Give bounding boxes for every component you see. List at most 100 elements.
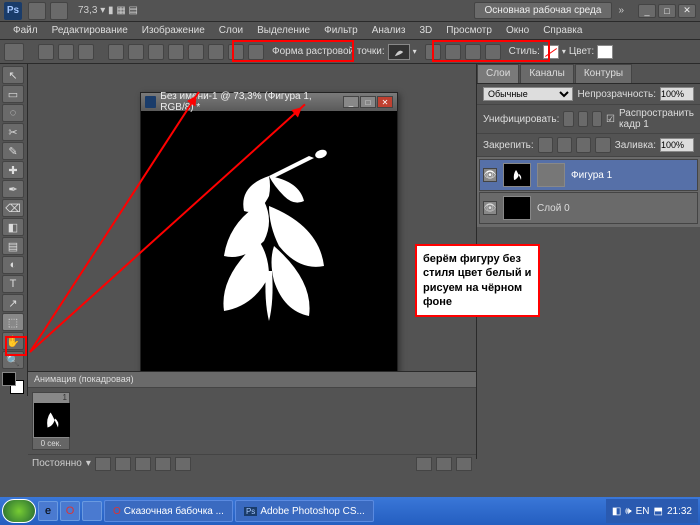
new-frame-button[interactable] bbox=[436, 457, 452, 471]
unify-vis[interactable] bbox=[578, 111, 588, 127]
menu-view[interactable]: Просмотр bbox=[439, 25, 499, 36]
language-indicator[interactable]: EN bbox=[636, 506, 650, 517]
custom-shape-icon[interactable] bbox=[248, 44, 264, 60]
delete-frame-button[interactable] bbox=[456, 457, 472, 471]
pen-icon[interactable] bbox=[108, 44, 124, 60]
color-swatch[interactable] bbox=[597, 45, 613, 59]
color-swatches[interactable] bbox=[2, 372, 24, 394]
animation-frame-1[interactable]: 1 0 сек. bbox=[32, 392, 70, 450]
menu-filter[interactable]: Фильтр bbox=[317, 25, 365, 36]
visibility-icon[interactable]: 👁 bbox=[483, 201, 497, 215]
menu-layers[interactable]: Слои bbox=[212, 25, 250, 36]
combine-exclude[interactable] bbox=[485, 44, 501, 60]
history-icon[interactable] bbox=[50, 2, 68, 20]
layer-sloy-0[interactable]: 👁 Слой 0 bbox=[479, 192, 698, 224]
style-dropdown-icon[interactable]: ▾ bbox=[562, 47, 566, 56]
gradient-tool[interactable]: ◧ bbox=[2, 218, 24, 236]
workspace-switcher[interactable]: Основная рабочая среда bbox=[474, 2, 613, 19]
tab-channels[interactable]: Каналы bbox=[520, 64, 574, 83]
lasso-tool[interactable]: ◌ bbox=[2, 104, 24, 122]
crop-tool[interactable]: ✂ bbox=[2, 123, 24, 141]
line-icon[interactable] bbox=[228, 44, 244, 60]
prev-frame-button[interactable] bbox=[115, 457, 131, 471]
start-button[interactable] bbox=[2, 499, 36, 523]
type-tool[interactable]: T bbox=[2, 275, 24, 293]
expand-icon[interactable]: » bbox=[618, 5, 624, 16]
last-frame-button[interactable] bbox=[175, 457, 191, 471]
ql-desktop-icon[interactable] bbox=[82, 501, 102, 521]
path-select-tool[interactable]: ↗ bbox=[2, 294, 24, 312]
taskbar-app-2[interactable]: PsAdobe Photoshop CS... bbox=[235, 500, 374, 522]
lock-all[interactable] bbox=[595, 137, 610, 153]
shape-preview[interactable] bbox=[388, 44, 410, 60]
menu-analysis[interactable]: Анализ bbox=[365, 25, 413, 36]
combine-intersect[interactable] bbox=[465, 44, 481, 60]
tray-icon[interactable]: ◧ bbox=[612, 506, 621, 517]
menu-select[interactable]: Выделение bbox=[250, 25, 317, 36]
menu-3d[interactable]: 3D bbox=[412, 25, 439, 36]
doc-minimize[interactable]: _ bbox=[343, 96, 359, 108]
paths-mode[interactable] bbox=[58, 44, 74, 60]
marquee-tool[interactable]: ▭ bbox=[2, 85, 24, 103]
loop-select[interactable]: Постоянно bbox=[32, 458, 82, 469]
doc-close[interactable]: ✕ bbox=[377, 96, 393, 108]
heal-tool[interactable]: ✚ bbox=[2, 161, 24, 179]
lock-pixels[interactable] bbox=[557, 137, 572, 153]
lock-pos[interactable] bbox=[576, 137, 591, 153]
dodge-tool[interactable]: ◐ bbox=[2, 256, 24, 274]
opacity-input[interactable] bbox=[660, 87, 694, 101]
rect-icon[interactable] bbox=[148, 44, 164, 60]
tray-icon[interactable]: 🕪 bbox=[625, 506, 631, 517]
propagate-label[interactable]: Распространить кадр 1 bbox=[619, 108, 694, 130]
dropdown-icon[interactable]: ▾ bbox=[413, 47, 417, 56]
rrect-icon[interactable] bbox=[168, 44, 184, 60]
fill-input[interactable] bbox=[660, 138, 694, 152]
next-frame-button[interactable] bbox=[155, 457, 171, 471]
bridge-icon[interactable] bbox=[28, 2, 46, 20]
combine-add[interactable] bbox=[425, 44, 441, 60]
menu-file[interactable]: Файл bbox=[6, 25, 45, 36]
tool-preset[interactable] bbox=[4, 43, 24, 61]
hand-tool[interactable]: ✋ bbox=[2, 332, 24, 350]
zoom-tool[interactable]: 🔍 bbox=[2, 351, 24, 369]
custom-shape-tool[interactable]: ⬚ bbox=[2, 313, 24, 331]
doc-maximize[interactable]: □ bbox=[360, 96, 376, 108]
tab-paths[interactable]: Контуры bbox=[575, 64, 632, 83]
unify-pos[interactable] bbox=[563, 111, 573, 127]
ql-ie-icon[interactable]: e bbox=[38, 501, 58, 521]
tray-icon[interactable]: ⬒ bbox=[654, 506, 663, 517]
first-frame-button[interactable] bbox=[95, 457, 111, 471]
polygon-icon[interactable] bbox=[208, 44, 224, 60]
canvas[interactable] bbox=[141, 111, 397, 381]
lock-trans[interactable] bbox=[538, 137, 553, 153]
blend-mode-select[interactable]: Обычные bbox=[483, 87, 573, 101]
ql-opera-icon[interactable]: O bbox=[60, 501, 80, 521]
brush-tool[interactable]: ✒ bbox=[2, 180, 24, 198]
eraser-tool[interactable]: ⌫ bbox=[2, 199, 24, 217]
shape-layers-mode[interactable] bbox=[38, 44, 54, 60]
combine-subtract[interactable] bbox=[445, 44, 461, 60]
minimize-button[interactable]: _ bbox=[638, 4, 656, 18]
ellipse-icon[interactable] bbox=[188, 44, 204, 60]
close-button[interactable]: ✕ bbox=[678, 4, 696, 18]
eyedropper-tool[interactable]: ✎ bbox=[2, 142, 24, 160]
document-titlebar[interactable]: Без имени-1 @ 73,3% (Фигура 1, RGB/8) * … bbox=[141, 93, 397, 111]
layer-figura-1[interactable]: 👁 Фигура 1 bbox=[479, 159, 698, 191]
maximize-button[interactable]: □ bbox=[658, 4, 676, 18]
menu-window[interactable]: Окно bbox=[499, 25, 536, 36]
play-button[interactable] bbox=[135, 457, 151, 471]
style-swatch[interactable] bbox=[543, 45, 559, 59]
freeform-icon[interactable] bbox=[128, 44, 144, 60]
visibility-icon[interactable]: 👁 bbox=[483, 168, 497, 182]
unify-style[interactable] bbox=[592, 111, 602, 127]
menu-image[interactable]: Изображение bbox=[135, 25, 212, 36]
tab-layers[interactable]: Слои bbox=[477, 64, 519, 83]
menu-help[interactable]: Справка bbox=[536, 25, 589, 36]
menu-edit[interactable]: Редактирование bbox=[45, 25, 135, 36]
clock[interactable]: 21:32 bbox=[667, 506, 692, 517]
taskbar-app-1[interactable]: OСказочная бабочка ... bbox=[104, 500, 233, 522]
tween-button[interactable] bbox=[416, 457, 432, 471]
fill-pixels-mode[interactable] bbox=[78, 44, 94, 60]
move-tool[interactable]: ↖ bbox=[2, 66, 24, 84]
blur-tool[interactable]: ▤ bbox=[2, 237, 24, 255]
